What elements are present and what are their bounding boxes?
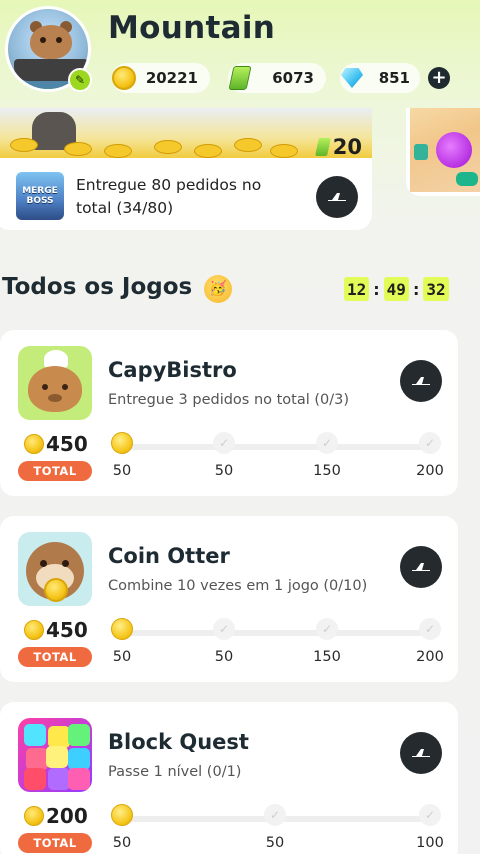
coin-icon bbox=[24, 620, 44, 640]
milestone-node: ✓ bbox=[213, 618, 235, 640]
milestone-label: 50 bbox=[112, 835, 132, 851]
milestone-node: ✓ bbox=[419, 804, 441, 826]
thumb-text: MERGE BOSS bbox=[22, 186, 58, 206]
milestone-label: 50 bbox=[265, 835, 285, 851]
add-currency-button[interactable]: + bbox=[428, 67, 450, 89]
milestone-node: ✓ bbox=[213, 432, 235, 454]
avatar-capybara bbox=[30, 25, 72, 59]
total-reward: 200 bbox=[24, 804, 88, 828]
coin-icon bbox=[24, 806, 44, 826]
banner-task-text: Entregue 80 pedidos no total (34/80) bbox=[76, 176, 262, 217]
game-card-capybistro[interactable]: CapyBistro Entregue 3 pedidos no total (… bbox=[0, 330, 458, 496]
coin-balance-value: 20221 bbox=[145, 69, 198, 87]
block-quest-game-icon bbox=[18, 718, 92, 792]
gem-balance[interactable]: 851 bbox=[340, 63, 420, 93]
merge-boss-thumbnail: MERGE BOSS bbox=[16, 172, 64, 220]
total-reward-value: 450 bbox=[46, 432, 88, 456]
play-arrow-icon bbox=[328, 193, 346, 201]
total-badge: TOTAL bbox=[18, 461, 92, 481]
banner-reward-value: 20 bbox=[332, 135, 362, 159]
countdown-timer: 12 : 49 : 32 bbox=[344, 277, 449, 301]
featured-task-card[interactable]: 20 MERGE BOSS Entregue 80 pedidos no tot… bbox=[0, 108, 372, 230]
progress-track bbox=[118, 630, 432, 636]
side-banner-card[interactable] bbox=[406, 108, 480, 196]
game-card-coin-otter[interactable]: Coin Otter Combine 10 vezes em 1 jogo (0… bbox=[0, 516, 458, 682]
gem-icon bbox=[338, 64, 366, 92]
coin-icon bbox=[110, 64, 138, 92]
coin-otter-game-icon bbox=[18, 532, 92, 606]
game-task: Combine 10 vezes em 1 jogo (0/10) bbox=[108, 578, 368, 594]
cash-balance-value: 6073 bbox=[272, 69, 314, 87]
avatar-eye bbox=[56, 37, 62, 43]
cash-icon bbox=[314, 138, 331, 156]
timer-separator: : bbox=[412, 279, 420, 299]
milestone-node bbox=[111, 804, 133, 826]
milestone-label: 200 bbox=[416, 463, 444, 479]
cash-icon bbox=[226, 64, 254, 92]
pencil-icon[interactable]: ✎ bbox=[68, 68, 92, 92]
play-button[interactable] bbox=[400, 360, 442, 402]
milestone-label: 150 bbox=[313, 649, 341, 665]
party-face-icon: 🥳 bbox=[204, 275, 232, 303]
milestone-node bbox=[111, 618, 133, 640]
section-title: Todos os Jogos bbox=[2, 274, 193, 300]
milestone-label: 100 bbox=[416, 835, 444, 851]
milestone-node bbox=[111, 432, 133, 454]
total-reward-value: 450 bbox=[46, 618, 88, 642]
play-arrow-icon bbox=[412, 377, 430, 385]
timer-hours: 12 bbox=[344, 277, 370, 301]
game-name: Coin Otter bbox=[108, 544, 230, 568]
total-badge: TOTAL bbox=[18, 647, 92, 667]
game-task: Passe 1 nível (0/1) bbox=[108, 764, 242, 780]
milestone-label: 50 bbox=[214, 649, 234, 665]
milestone-node: ✓ bbox=[316, 432, 338, 454]
milestone-label: 50 bbox=[112, 463, 132, 479]
timer-separator: : bbox=[373, 279, 380, 299]
total-reward: 450 bbox=[24, 618, 88, 642]
milestone-label: 50 bbox=[214, 463, 234, 479]
cash-balance[interactable]: 6073 bbox=[228, 63, 326, 93]
game-card-block-quest[interactable]: Block Quest Passe 1 nível (0/1) 200 TOTA… bbox=[0, 702, 458, 854]
milestone-node: ✓ bbox=[264, 804, 286, 826]
side-banner-image bbox=[410, 108, 480, 192]
play-arrow-icon bbox=[412, 749, 430, 757]
total-reward: 450 bbox=[24, 432, 88, 456]
timer-seconds: 32 bbox=[423, 277, 449, 301]
milestone-label: 150 bbox=[313, 463, 341, 479]
game-name: CapyBistro bbox=[108, 358, 237, 382]
party-emoji: 🥳 bbox=[209, 281, 227, 297]
milestone-node: ✓ bbox=[419, 618, 441, 640]
milestone-node: ✓ bbox=[419, 432, 441, 454]
total-badge: TOTAL bbox=[18, 833, 92, 853]
username: Mountain bbox=[108, 10, 276, 46]
milestone-node: ✓ bbox=[316, 618, 338, 640]
play-button[interactable] bbox=[400, 546, 442, 588]
milestone-label: 200 bbox=[416, 649, 444, 665]
play-arrow-icon bbox=[412, 563, 430, 571]
coin-balance[interactable]: 20221 bbox=[112, 63, 210, 93]
milestone-label: 50 bbox=[112, 649, 132, 665]
game-task: Entregue 3 pedidos no total (0/3) bbox=[108, 392, 350, 408]
gem-balance-value: 851 bbox=[378, 69, 410, 87]
banner-reward: 20 bbox=[314, 135, 362, 159]
total-reward-value: 200 bbox=[46, 804, 88, 828]
capybistro-game-icon bbox=[18, 346, 92, 420]
timer-minutes: 49 bbox=[383, 277, 409, 301]
play-button[interactable] bbox=[316, 176, 358, 218]
play-button[interactable] bbox=[400, 732, 442, 774]
coin-icon bbox=[24, 434, 44, 454]
game-name: Block Quest bbox=[108, 730, 249, 754]
avatar-eye bbox=[40, 37, 46, 43]
progress-track bbox=[118, 444, 432, 450]
